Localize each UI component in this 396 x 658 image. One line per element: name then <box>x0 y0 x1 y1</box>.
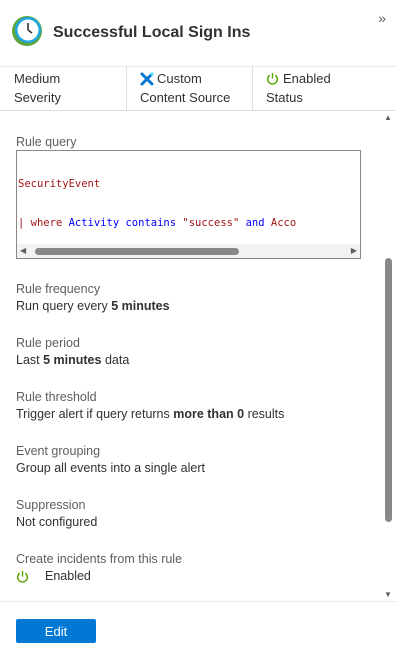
text-bold: more than 0 <box>173 407 245 421</box>
rule-query-box[interactable]: SecurityEvent | where Activity contains … <box>16 150 361 259</box>
tools-icon <box>140 71 154 85</box>
suppression-value: Not configured <box>16 515 98 529</box>
text-part: Last <box>16 353 44 367</box>
event-grouping-value: Group all events into a single alert <box>16 461 205 475</box>
query-rest: Acco <box>264 217 297 229</box>
rule-frequency-label: Rule frequency <box>16 282 101 296</box>
query-field: Activity <box>62 217 126 229</box>
collapse-icon[interactable]: » <box>378 10 386 26</box>
rule-threshold-value: Trigger alert if query returns more than… <box>16 407 284 421</box>
incidents-value: Enabled <box>16 569 91 583</box>
query-where: where <box>30 217 63 229</box>
scroll-down-icon[interactable]: ▼ <box>384 590 392 599</box>
text-part: results <box>244 407 285 421</box>
incidents-label: Create incidents from this rule <box>16 552 183 566</box>
scroll-up-icon[interactable]: ▲ <box>384 113 392 122</box>
rule-period-label: Rule period <box>16 336 80 350</box>
suppression-label: Suppression <box>16 498 86 512</box>
status-label: Status <box>266 90 303 105</box>
power-icon <box>267 72 278 85</box>
vertical-scrollbar[interactable]: ▲ ▼ <box>383 112 395 600</box>
source-value-wrap: Custom <box>140 71 202 86</box>
details-content[interactable]: Rule query SecurityEvent | where Activit… <box>0 112 382 600</box>
rule-frequency-value: Run query every 5 minutes <box>16 299 170 313</box>
scroll-left-icon[interactable]: ◀ <box>20 246 26 255</box>
vertical-scroll-thumb[interactable] <box>385 258 392 522</box>
severity-value: Medium <box>14 71 61 86</box>
divider <box>252 66 253 110</box>
status-value-wrap: Enabled <box>266 71 331 86</box>
query-table: SecurityEvent <box>18 178 101 190</box>
query-and: and <box>245 217 265 229</box>
text-part: data <box>101 353 130 367</box>
text-bold: 5 minutes <box>111 299 170 313</box>
scroll-right-icon[interactable]: ▶ <box>351 246 357 255</box>
query-contains: contains <box>125 217 177 229</box>
power-icon <box>17 570 28 583</box>
rule-threshold-label: Rule threshold <box>16 390 97 404</box>
event-grouping-label: Event grouping <box>16 444 101 458</box>
query-pipe: | <box>18 217 31 229</box>
summary-bar: Medium Severity Custom Content Source En… <box>0 66 396 111</box>
divider <box>126 66 127 110</box>
source-label: Content Source <box>140 90 231 105</box>
rule-period-value: Last 5 minutes data <box>16 353 129 367</box>
incidents-status: Enabled <box>45 569 91 583</box>
text-bold: 5 minutes <box>43 353 102 367</box>
rule-query-label: Rule query <box>16 135 77 149</box>
text-part: Trigger alert if query returns <box>16 407 174 421</box>
clock-icon <box>12 16 42 46</box>
edit-button[interactable]: Edit <box>16 619 96 643</box>
text-part: Run query every <box>16 299 112 313</box>
horizontal-scrollbar[interactable]: ◀ ▶ <box>17 244 360 258</box>
source-value: Custom <box>157 71 202 86</box>
rule-query-code: SecurityEvent | where Activity contains … <box>18 152 296 256</box>
severity-label: Severity <box>14 90 61 105</box>
horizontal-scroll-thumb[interactable] <box>35 248 239 255</box>
panel-header: Successful Local Sign Ins » <box>0 0 396 67</box>
status-value: Enabled <box>283 71 331 86</box>
query-string: "success" <box>176 217 246 229</box>
page-title: Successful Local Sign Ins <box>53 24 251 41</box>
panel-footer: Edit <box>0 601 396 658</box>
